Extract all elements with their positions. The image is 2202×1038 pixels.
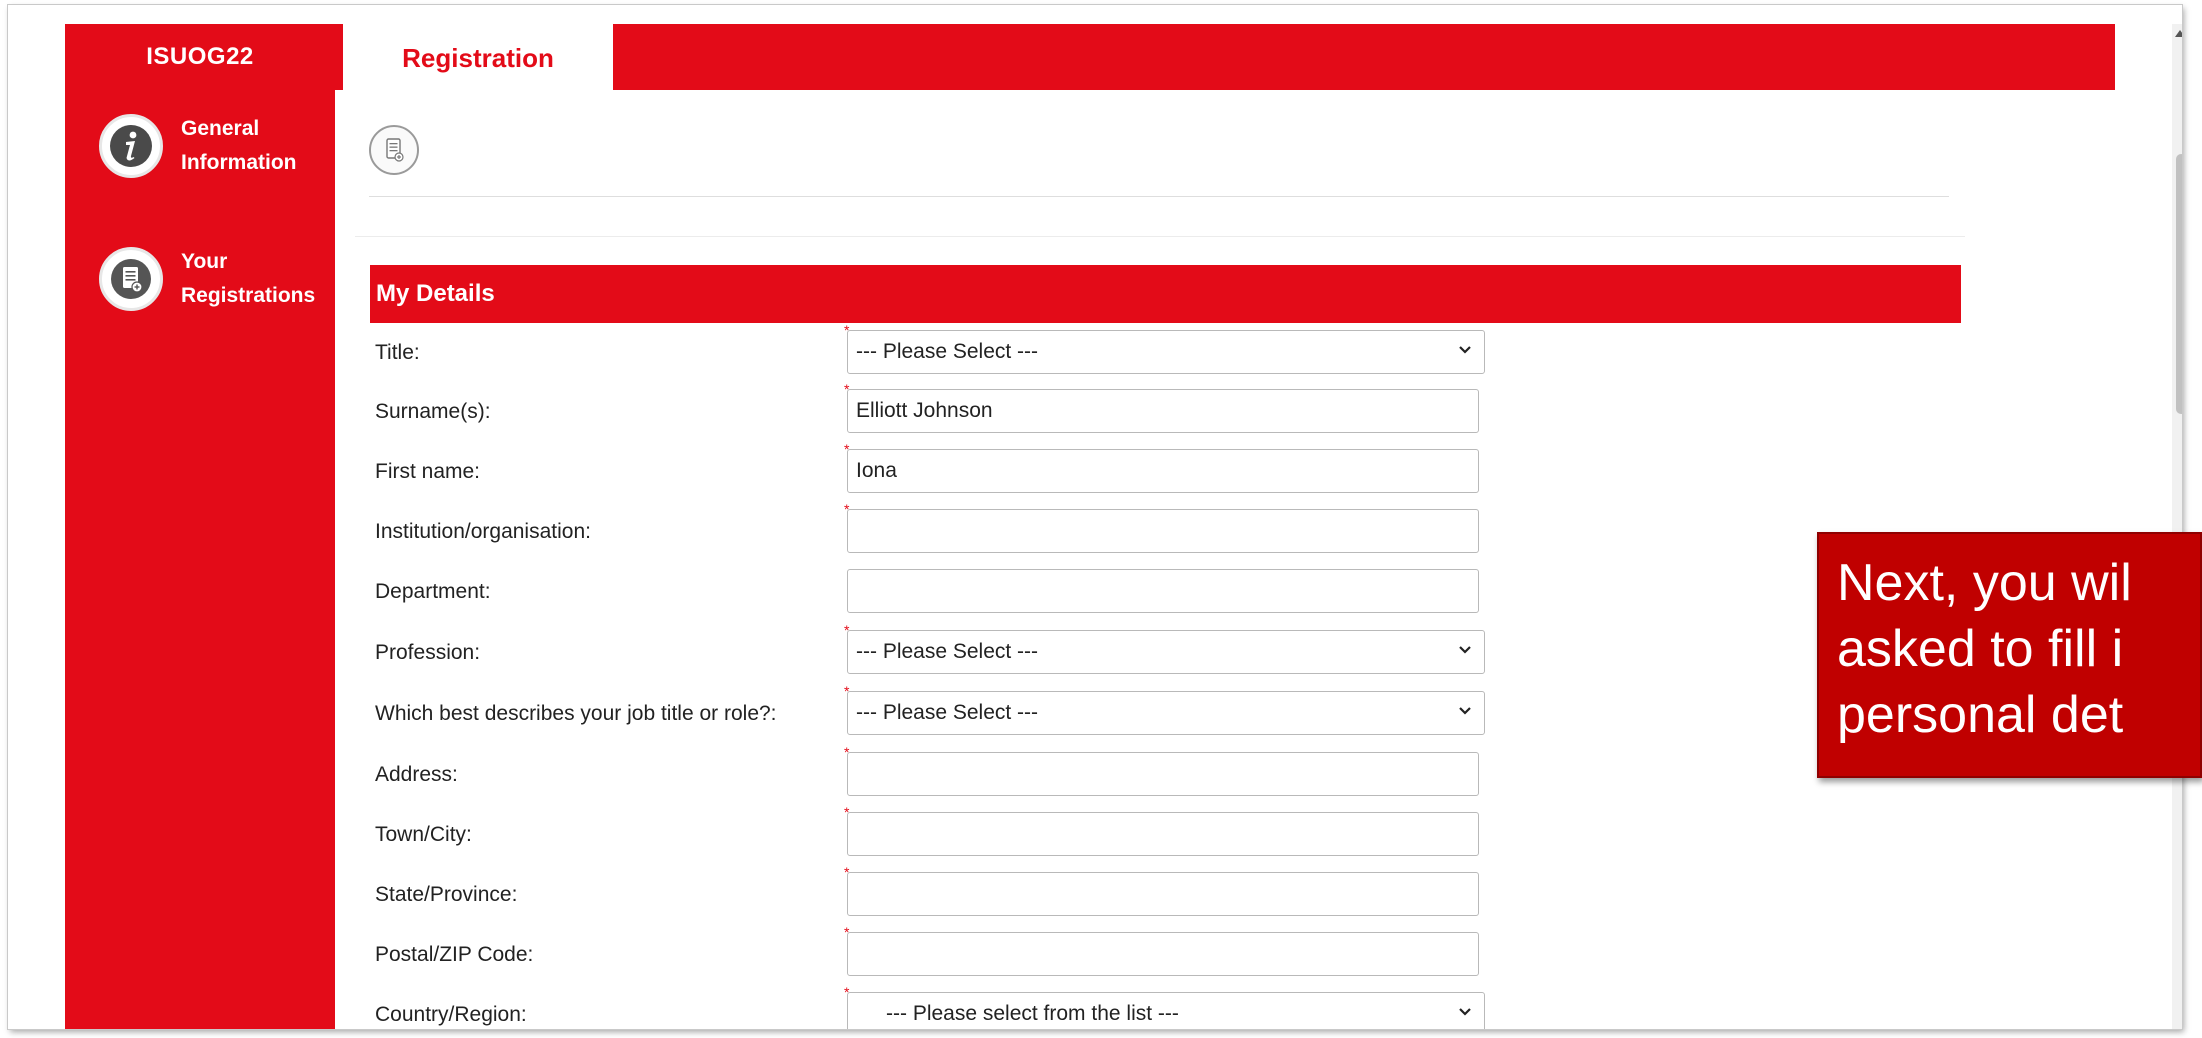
divider <box>355 236 1965 237</box>
field-label: Which best describes your job title or r… <box>375 702 777 725</box>
tab-registration[interactable]: Registration <box>343 24 613 92</box>
sidebar-item-label: Your Registrations <box>181 250 316 307</box>
form-row-job-role: Which best describes your job title or r… <box>375 683 1655 737</box>
sidebar: General Information Your Registrations <box>65 90 335 1029</box>
form-row-state-province: State/Province: * <box>375 864 1655 918</box>
form-row-institution: Institution/organisation: * <box>375 501 1655 555</box>
field-label: Institution/organisation: <box>375 520 591 543</box>
field-label: Address: <box>375 763 458 786</box>
profession-select[interactable]: --- Please Select --- <box>847 630 1485 674</box>
vertical-scrollbar[interactable] <box>2172 24 2182 1029</box>
sidebar-item-label: General Information <box>181 117 297 174</box>
info-icon <box>99 114 163 178</box>
sidebar-item-your-registrations[interactable]: Your Registrations <box>65 229 335 329</box>
form-row-title: Title: * --- Please Select --- <box>375 322 1655 376</box>
top-navigation-bar: ISUOG22 Registration <box>65 24 2115 92</box>
select-value: --- Please Select --- <box>856 640 1039 663</box>
select-value: --- Please Select --- <box>856 701 1039 724</box>
sidebar-item-general-information[interactable]: General Information <box>65 96 335 196</box>
divider <box>369 196 1949 197</box>
form-row-postal-code: Postal/ZIP Code: * <box>375 924 1655 978</box>
registration-document-icon[interactable] <box>369 125 419 175</box>
field-label: State/Province: <box>375 883 518 906</box>
department-input[interactable] <box>847 569 1479 613</box>
select-value: --- Please select from the list --- <box>886 1002 1179 1025</box>
postal-code-input[interactable] <box>847 932 1479 976</box>
chevron-down-icon <box>1459 646 1471 654</box>
form-row-profession: Profession: * --- Please Select --- <box>375 622 1655 676</box>
form-row-surname: Surname(s): * Elliott Johnson <box>375 381 1655 435</box>
form-row-country-region: Country/Region: * --- Please select from… <box>375 984 1655 1029</box>
select-value: --- Please Select --- <box>856 340 1039 363</box>
field-label: Country/Region: <box>375 1003 527 1026</box>
form-row-address: Address: * <box>375 744 1655 798</box>
institution-input[interactable] <box>847 509 1479 553</box>
first-name-input[interactable]: Iona <box>847 449 1479 493</box>
field-label: First name: <box>375 460 481 483</box>
field-label: Title: <box>375 341 420 364</box>
scrollbar-thumb[interactable] <box>2176 154 2182 414</box>
form-row-first-name: First name: * Iona <box>375 441 1655 495</box>
chevron-down-icon <box>1459 1008 1471 1016</box>
address-input[interactable] <box>847 752 1479 796</box>
state-province-input[interactable] <box>847 872 1479 916</box>
field-label: Surname(s): <box>375 400 491 423</box>
callout-text: Next, you wil asked to fill i personal d… <box>1837 554 2132 744</box>
country-region-select[interactable]: --- Please select from the list --- <box>847 992 1485 1029</box>
field-label: Town/City: <box>375 823 472 846</box>
field-label: Department: <box>375 580 491 603</box>
town-city-input[interactable] <box>847 812 1479 856</box>
browser-viewport: ISUOG22 Registration General Information <box>8 5 2182 1029</box>
chevron-down-icon <box>1459 346 1471 354</box>
form-row-town-city: Town/City: * <box>375 804 1655 858</box>
form-row-department: Department: <box>375 569 1655 615</box>
title-select[interactable]: --- Please Select --- <box>847 330 1485 374</box>
section-header-my-details: My Details <box>370 265 1961 323</box>
field-label: Postal/ZIP Code: <box>375 943 534 966</box>
chevron-down-icon <box>1459 707 1471 715</box>
job-role-select[interactable]: --- Please Select --- <box>847 691 1485 735</box>
surname-input[interactable]: Elliott Johnson <box>847 389 1479 433</box>
scroll-up-arrow-icon[interactable] <box>2175 30 2182 37</box>
instruction-callout: Next, you wil asked to fill i personal d… <box>1817 532 2202 778</box>
field-label: Profession: <box>375 641 481 664</box>
document-add-icon <box>99 247 163 311</box>
brand-tab[interactable]: ISUOG22 <box>65 24 335 90</box>
